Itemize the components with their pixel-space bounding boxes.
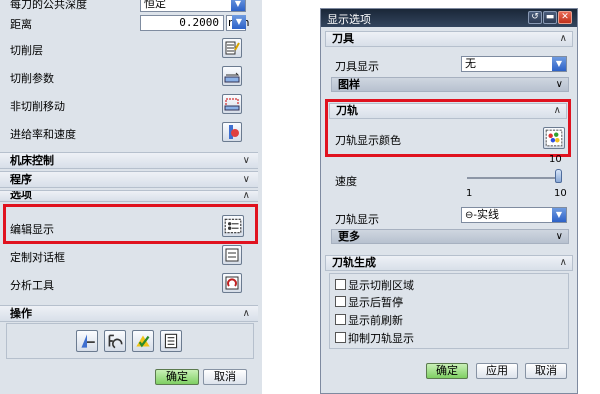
path-display-value: 实线 bbox=[477, 208, 499, 221]
color-palette-icon[interactable] bbox=[543, 127, 565, 149]
customize-dialog-label: 定制对话框 bbox=[10, 251, 65, 264]
more-title: 更多 bbox=[338, 230, 360, 243]
cut-levels-icon[interactable] bbox=[222, 38, 242, 58]
ok-button[interactable]: 确定 bbox=[426, 363, 468, 379]
chevron-down-icon: ∨ bbox=[242, 155, 250, 166]
analysis-tool-label: 分析工具 bbox=[10, 279, 54, 292]
collapse-icon[interactable]: ▬ bbox=[543, 11, 557, 24]
checkbox-box[interactable] bbox=[335, 314, 346, 325]
highlight-box bbox=[3, 204, 258, 244]
actions-title: 操作 bbox=[10, 307, 32, 320]
depth-per-cut-value: 恒定 bbox=[144, 0, 166, 10]
path-display-color-label: 刀轨显示颜色 bbox=[335, 134, 401, 147]
line-style-icon: ⊖- bbox=[465, 210, 477, 221]
checkbox-label: 显示后暂停 bbox=[348, 296, 403, 309]
apply-button[interactable]: 应用 bbox=[476, 363, 518, 379]
path-section-header[interactable]: 刀轨 ∧ bbox=[329, 103, 567, 119]
checkbox-label: 抑制刀轨显示 bbox=[348, 332, 414, 345]
non-cutting-moves-icon[interactable] bbox=[222, 94, 242, 114]
chevron-down-icon: ▼ bbox=[552, 208, 566, 222]
cancel-button[interactable]: 取消 bbox=[203, 369, 247, 385]
speed-top-value: 10 bbox=[549, 154, 562, 165]
program-title: 程序 bbox=[10, 173, 32, 186]
suppress-path-display-checkbox[interactable]: 抑制刀轨显示 bbox=[335, 332, 414, 345]
path-section-title: 刀轨 bbox=[336, 104, 358, 117]
distance-input[interactable]: 0.2000 bbox=[140, 15, 224, 31]
tool-section-title: 刀具 bbox=[332, 32, 354, 45]
analysis-tool-icon[interactable] bbox=[222, 273, 242, 293]
chevron-up-icon: ∧ bbox=[559, 257, 567, 268]
checkbox-box[interactable] bbox=[335, 296, 346, 307]
customize-dialog-icon[interactable] bbox=[222, 245, 242, 265]
speed-max-label: 10 bbox=[554, 188, 567, 199]
options-section-header[interactable]: 选项 ∧ bbox=[0, 190, 258, 202]
operation-dialog-panel: 每刀的公共深度 恒定▼ 距离 0.2000 mm ▼ 切削层 切削参数 非切削移… bbox=[0, 0, 262, 394]
close-icon[interactable]: ✕ bbox=[558, 11, 572, 24]
chevron-up-icon: ∧ bbox=[559, 33, 567, 44]
checkbox-label: 显示前刷新 bbox=[348, 314, 403, 327]
cutting-params-label: 切削参数 bbox=[10, 72, 54, 85]
machine-control-title: 机床控制 bbox=[10, 154, 54, 167]
path-generation-title: 刀轨生成 bbox=[332, 256, 376, 269]
machine-control-section-header[interactable]: 机床控制 ∨ bbox=[0, 152, 258, 169]
checkbox-box[interactable] bbox=[335, 279, 346, 290]
path-generation-section-header[interactable]: 刀轨生成 ∧ bbox=[325, 255, 573, 271]
chevron-down-icon: ▼ bbox=[232, 15, 246, 29]
ok-button[interactable]: 确定 bbox=[155, 369, 199, 385]
show-cut-region-checkbox[interactable]: 显示切削区域 bbox=[335, 279, 414, 292]
dialog-title: 显示选项 bbox=[327, 13, 371, 26]
program-section-header[interactable]: 程序 ∨ bbox=[0, 171, 258, 188]
tool-display-select[interactable]: 无 ▼ bbox=[461, 56, 567, 72]
speed-label: 速度 bbox=[335, 175, 357, 188]
cut-levels-label: 切削层 bbox=[10, 44, 43, 57]
pause-after-display-checkbox[interactable]: 显示后暂停 bbox=[335, 296, 403, 309]
pattern-title: 图样 bbox=[338, 78, 360, 91]
unit-dropdown[interactable]: ▼ bbox=[229, 15, 246, 31]
checkbox-label: 显示切削区域 bbox=[348, 279, 414, 292]
cancel-button[interactable]: 取消 bbox=[525, 363, 567, 379]
refresh-before-display-checkbox[interactable]: 显示前刷新 bbox=[335, 314, 403, 327]
path-display-select[interactable]: ⊖-实线 ▼ bbox=[461, 207, 567, 223]
depth-per-cut-label: 每刀的公共深度 bbox=[10, 0, 87, 11]
chevron-down-icon: ∨ bbox=[242, 174, 250, 185]
chevron-up-icon: ∧ bbox=[242, 190, 250, 201]
actions-toolbar bbox=[6, 323, 254, 359]
speed-slider-thumb[interactable] bbox=[555, 169, 562, 183]
chevron-down-icon: ▼ bbox=[552, 57, 566, 71]
actions-section-header[interactable]: 操作 ∧ bbox=[0, 305, 258, 322]
speed-min-label: 1 bbox=[466, 188, 473, 199]
distance-label: 距离 bbox=[10, 18, 32, 31]
generate-icon[interactable] bbox=[76, 330, 98, 352]
pattern-subsection[interactable]: 图样 ∨ bbox=[331, 77, 569, 92]
display-options-dialog: 显示选项 ↺ ▬ ✕ 刀具 ∧ 刀具显示 无 ▼ 图样 ∨ 刀轨 ∧ 刀轨显示颜色 10… bbox=[320, 8, 578, 394]
chevron-down-icon: ▼ bbox=[231, 0, 245, 11]
cutting-params-icon[interactable] bbox=[222, 66, 242, 86]
feeds-speeds-label: 进给率和速度 bbox=[10, 128, 76, 141]
depth-per-cut-select[interactable]: 恒定 ▼ bbox=[140, 0, 246, 12]
reset-icon[interactable]: ↺ bbox=[528, 11, 542, 24]
path-display-label: 刀轨显示 bbox=[335, 213, 379, 226]
non-cutting-moves-label: 非切削移动 bbox=[10, 100, 65, 113]
options-title: 选项 bbox=[10, 190, 32, 201]
chevron-up-icon: ∧ bbox=[553, 105, 561, 116]
checkbox-box[interactable] bbox=[335, 332, 346, 343]
chevron-down-icon: ∨ bbox=[555, 231, 563, 242]
tool-section-header[interactable]: 刀具 ∧ bbox=[325, 31, 573, 47]
tool-display-label: 刀具显示 bbox=[335, 60, 379, 73]
verify-icon[interactable] bbox=[132, 330, 154, 352]
speed-slider-track[interactable] bbox=[467, 177, 559, 179]
replay-icon[interactable] bbox=[104, 330, 126, 352]
chevron-down-icon: ∨ bbox=[555, 79, 563, 90]
feeds-speeds-icon[interactable] bbox=[222, 122, 242, 142]
more-subsection[interactable]: 更多 ∨ bbox=[331, 229, 569, 244]
tool-display-value: 无 bbox=[465, 57, 476, 70]
title-bar: 显示选项 ↺ ▬ ✕ bbox=[321, 9, 577, 27]
list-icon[interactable] bbox=[160, 330, 182, 352]
chevron-up-icon: ∧ bbox=[242, 308, 250, 319]
